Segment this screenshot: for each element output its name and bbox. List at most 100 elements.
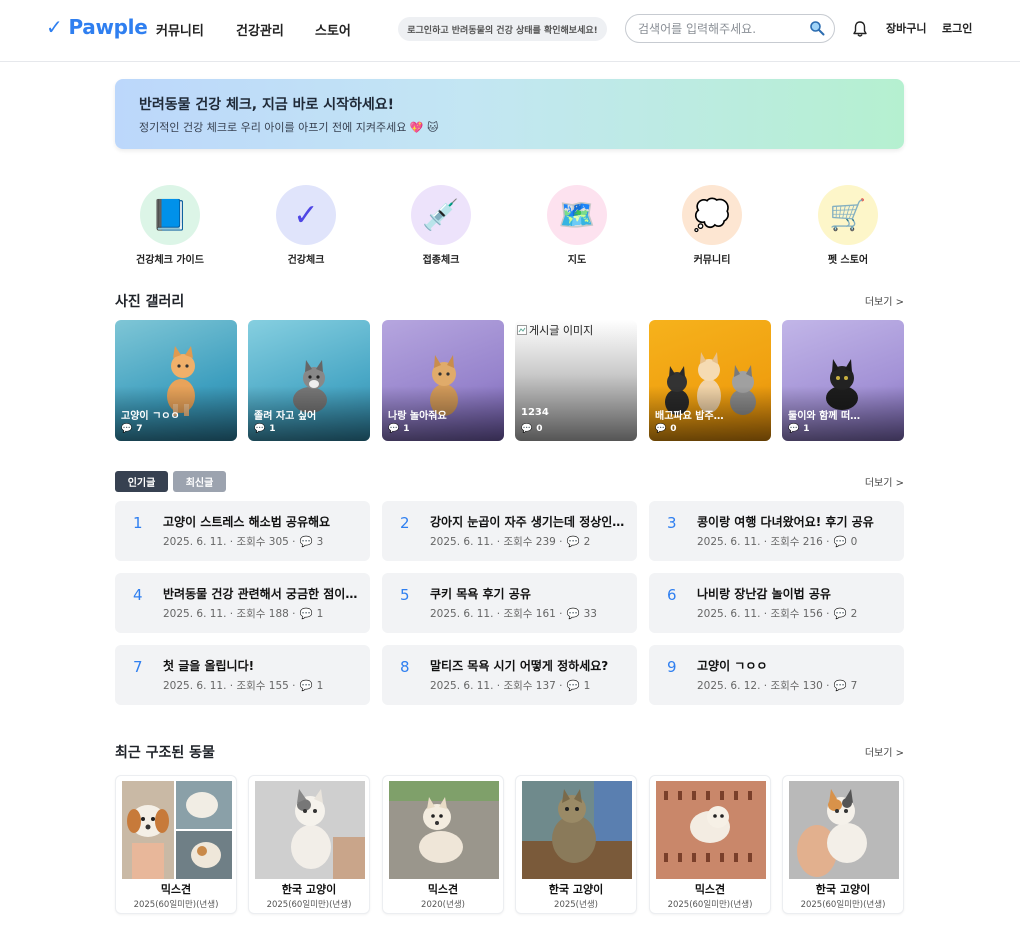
post-date-views: 2025. 6. 11. · 조회수 239 · <box>430 536 563 548</box>
comment-icon: 💬 <box>566 536 580 548</box>
rescued-animal-card[interactable]: 한국 고양이 2025(60일미만)(년생) <box>248 775 370 914</box>
post-title: 강아지 눈곱이 자주 생기는데 정상인… <box>430 515 625 529</box>
logo-check-icon: ✓ <box>46 15 63 39</box>
post-item[interactable]: 5 쿠키 목욕 후기 공유 2025. 6. 11. · 조회수 161 · 💬 3… <box>382 573 637 633</box>
rescued-more-link[interactable]: 더보기 > <box>865 744 904 759</box>
shopping-cart-icon: 🛒 <box>818 185 878 245</box>
login-promo-pill[interactable]: 로그인하고 반려동물의 건강 상태를 확인해보세요! <box>398 17 607 41</box>
rescued-title: 최근 구조된 동물 <box>115 745 215 761</box>
animal-birth-year: 2025(60일미만)(년생) <box>667 900 753 910</box>
quick-menu-health-check[interactable]: ✓ 건강체크 <box>246 185 366 270</box>
post-item[interactable]: 2 강아지 눈곱이 자주 생기는데 정상인… 2025. 6. 11. · 조회… <box>382 501 637 561</box>
rescued-animal-card[interactable]: 한국 고양이 2025(60일미만)(년생) <box>782 775 904 914</box>
bell-icon[interactable] <box>852 20 868 38</box>
animal-birth-year: 2025(년생) <box>554 900 598 910</box>
post-item[interactable]: 9 고양이 ㄱㅇㅇ 2025. 6. 12. · 조회수 130 · 💬 7 <box>649 645 904 705</box>
post-item[interactable]: 4 반려동물 건강 관련해서 궁금한 점이 … 2025. 6. 11. · 조… <box>115 573 370 633</box>
post-title: 콩이랑 여행 다녀왔어요! 후기 공유 <box>697 515 874 529</box>
gallery-card[interactable]: 나랑 놀아줘요 💬 1 <box>382 320 504 441</box>
rescued-animal-card[interactable]: 믹스견 2025(60일미만)(년생) <box>649 775 771 914</box>
cat-photo <box>522 781 632 879</box>
animal-breed: 믹스견 <box>427 883 459 896</box>
login-link[interactable]: 로그인 <box>942 20 972 36</box>
book-icon: 📘 <box>140 185 200 245</box>
gallery-card-title: 1234 <box>521 407 549 418</box>
health-check-banner[interactable]: 반려동물 건강 체크, 지금 바로 시작하세요! 정기적인 건강 체크로 우리 … <box>115 79 904 149</box>
quick-menu-label: 지도 <box>567 255 587 266</box>
tab-latest[interactable]: 최신글 <box>173 471 226 492</box>
post-title: 첫 글을 올립니다! <box>163 659 255 673</box>
comment-icon: 💬 <box>788 424 800 434</box>
post-title: 고양이 스트레스 해소법 공유해요 <box>163 515 331 529</box>
broken-image-alt: 게시글 이미지 <box>529 324 594 337</box>
search-input[interactable] <box>638 20 803 38</box>
post-item[interactable]: 1 고양이 스트레스 해소법 공유해요 2025. 6. 11. · 조회수 3… <box>115 501 370 561</box>
animal-photo <box>789 781 899 879</box>
post-title: 말티즈 목욕 시기 어떻게 정하세요? <box>430 659 609 673</box>
comment-count: 3 <box>316 535 324 548</box>
post-date-views: 2025. 6. 12. · 조회수 130 · <box>697 680 830 692</box>
animal-photo <box>656 781 766 879</box>
post-item[interactable]: 6 나비랑 장난감 놀이법 공유 2025. 6. 11. · 조회수 156 … <box>649 573 904 633</box>
quick-menu-community[interactable]: 💭 커뮤니티 <box>652 185 772 270</box>
animal-breed: 믹스견 <box>694 883 726 896</box>
comment-count: 1 <box>583 679 591 692</box>
logo[interactable]: ✓ Pawple <box>46 15 148 39</box>
post-meta: 2025. 6. 11. · 조회수 188 · 💬 1 <box>163 606 323 621</box>
nav-health[interactable]: 건강관리 <box>236 20 284 39</box>
comment-icon: 💬 <box>299 680 313 692</box>
gallery-card-comments: 💬 0 <box>655 424 676 434</box>
post-rank: 7 <box>133 658 143 676</box>
gallery-title: 사진 갤러리 <box>115 294 185 310</box>
nav-community[interactable]: 커뮤니티 <box>156 20 204 39</box>
comment-icon: 💬 <box>254 424 266 434</box>
post-rank: 4 <box>133 586 143 604</box>
comment-count: 7 <box>850 679 858 692</box>
comment-icon: 💬 <box>121 424 133 434</box>
post-meta: 2025. 6. 11. · 조회수 161 · 💬 33 <box>430 606 597 621</box>
post-date-views: 2025. 6. 11. · 조회수 155 · <box>163 680 296 692</box>
post-item[interactable]: 8 말티즈 목욕 시기 어떻게 정하세요? 2025. 6. 11. · 조회수… <box>382 645 637 705</box>
comment-count: 0 <box>850 535 858 548</box>
post-meta: 2025. 6. 11. · 조회수 239 · 💬 2 <box>430 534 590 549</box>
post-item[interactable]: 3 콩이랑 여행 다녀왔어요! 후기 공유 2025. 6. 11. · 조회수… <box>649 501 904 561</box>
puppy-photo <box>656 781 766 879</box>
post-item[interactable]: 7 첫 글을 올립니다! 2025. 6. 11. · 조회수 155 · 💬 1 <box>115 645 370 705</box>
check-icon: ✓ <box>276 185 336 245</box>
gallery-card[interactable]: 배고파요 밥주… 💬 0 <box>649 320 771 441</box>
nav-store[interactable]: 스토어 <box>315 20 351 39</box>
quick-menu-map[interactable]: 🗺️ 지도 <box>517 185 637 270</box>
tab-popular[interactable]: 인기글 <box>115 471 168 492</box>
rescued-animal-card[interactable]: 믹스견 2025(60일미만)(년생) <box>115 775 237 914</box>
gallery-card[interactable]: 게시글 이미지 1234 💬 0 <box>515 320 637 441</box>
gallery-card[interactable]: 졸려 자고 싶어 💬 1 <box>248 320 370 441</box>
broken-image: 게시글 이미지 <box>517 322 593 338</box>
comment-count: 1 <box>316 607 324 620</box>
gallery-card[interactable]: 둘이와 함께 떠… 💬 1 <box>782 320 904 441</box>
gallery-more-link[interactable]: 더보기 > <box>865 293 904 308</box>
gallery-card-title: 둘이와 함께 떠… <box>788 411 861 422</box>
gallery-card-comments: 💬 7 <box>121 424 142 434</box>
speech-bubble-icon: 💭 <box>682 185 742 245</box>
map-icon: 🗺️ <box>547 185 607 245</box>
quick-menu-health-guide[interactable]: 📘 건강체크 가이드 <box>110 185 230 270</box>
logo-text: Pawple <box>68 15 148 39</box>
cart-link[interactable]: 장바구니 <box>886 20 926 36</box>
quick-menu-pet-store[interactable]: 🛒 펫 스토어 <box>788 185 908 270</box>
animal-breed: 한국 고양이 <box>281 883 337 896</box>
gallery-card[interactable]: 고양이 ㄱㅇㅇ 💬 7 <box>115 320 237 441</box>
kitten-photo <box>255 781 365 879</box>
animal-birth-year: 2025(60일미만)(년생) <box>133 900 219 910</box>
comment-count: 2 <box>850 607 858 620</box>
animal-birth-year: 2025(60일미만)(년생) <box>800 900 886 910</box>
post-date-views: 2025. 6. 11. · 조회수 137 · <box>430 680 563 692</box>
banner-subtitle: 정기적인 건강 체크로 우리 아이를 아프기 전에 지켜주세요 💖 🐱 <box>139 121 439 134</box>
comment-icon: 💬 <box>299 536 313 548</box>
rescued-animal-card[interactable]: 한국 고양이 2025(년생) <box>515 775 637 914</box>
animal-breed: 한국 고양이 <box>815 883 871 896</box>
search-icon[interactable] <box>809 20 825 36</box>
comment-count: 0 <box>670 424 677 434</box>
rescued-animal-card[interactable]: 믹스견 2020(년생) <box>382 775 504 914</box>
posts-more-link[interactable]: 더보기 > <box>865 474 904 489</box>
quick-menu-vaccination[interactable]: 💉 접종체크 <box>381 185 501 270</box>
